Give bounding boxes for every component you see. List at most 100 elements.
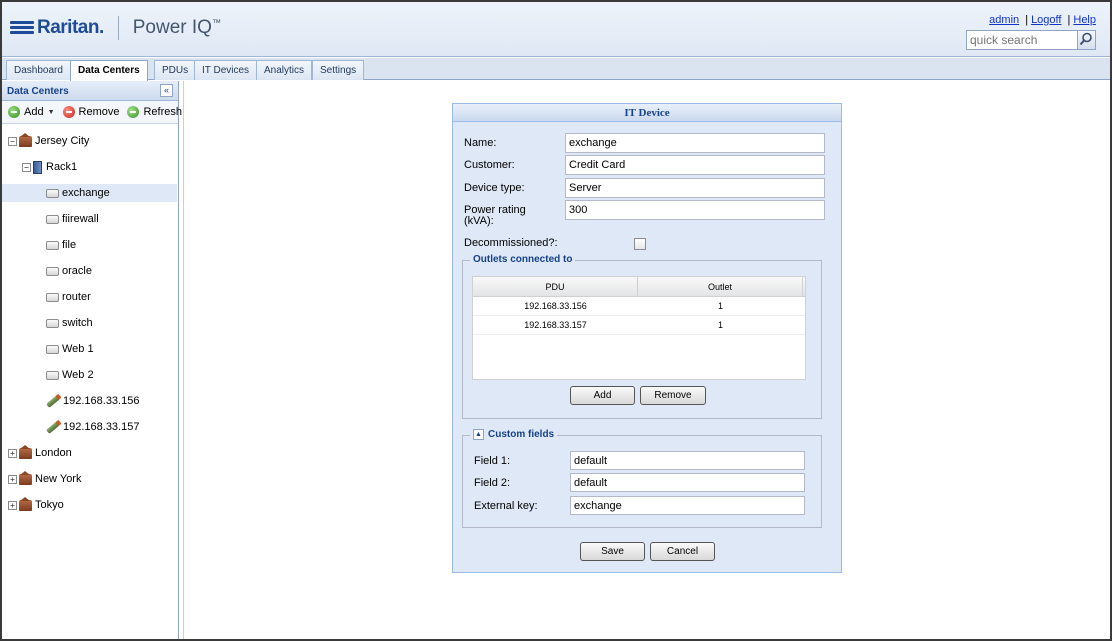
it-device-form: IT Device Name: exchange Customer: Credi… [452,103,842,573]
name-field[interactable]: exchange [565,133,825,153]
power-rating-field[interactable]: 300 [565,200,825,220]
field1-input[interactable]: default [570,451,805,470]
datacenter-icon [19,444,32,459]
it-device-icon [46,240,59,250]
save-button[interactable]: Save [580,542,645,561]
app-header: Raritan. Power IQ™ admin | Logoff | Help [2,2,1110,57]
brand-name: Raritan. [37,17,104,38]
data-centers-panel: Data Centers « Add ▼ Remove Refresh − Je [2,81,182,639]
tab-analytics[interactable]: Analytics [256,60,313,80]
pdu-icon [46,394,60,408]
dropdown-arrow-icon: ▼ [47,108,55,116]
app-window: Raritan. Power IQ™ admin |Logoff |Help D… [0,0,1112,641]
it-device-icon [46,214,59,224]
outlets-legend: Outlets connected to [470,254,576,265]
raritan-logo: Raritan. Power IQ™ [10,16,221,40]
tree-node-jersey-city[interactable]: − Jersey City [2,132,177,150]
decommissioned-label: Decommissioned?: [464,237,558,249]
it-device-icon [46,318,59,328]
add-button[interactable]: Add ▼ [8,106,55,118]
column-header-outlet[interactable]: Outlet [638,277,803,296]
search-button[interactable] [1077,31,1095,49]
it-device-icon [46,344,59,354]
field2-label: Field 2: [474,477,511,489]
tree-node-switch[interactable]: switch [2,314,177,332]
datacenter-icon [19,132,32,147]
collapse-node-icon[interactable]: − [8,136,17,146]
it-device-icon [46,188,59,198]
remove-button[interactable]: Remove [62,106,119,118]
datacenter-icon [19,470,32,485]
logo-divider [117,16,119,40]
tree-node-tokyo[interactable]: + Tokyo [2,496,177,514]
tab-data-centers[interactable]: Data Centers [70,60,148,81]
customer-label: Customer: [464,159,515,171]
tree-node-exchange[interactable]: exchange [2,184,177,202]
external-key-input[interactable]: exchange [570,496,805,515]
collapse-node-icon[interactable]: − [22,162,31,172]
table-row[interactable]: 192.168.33.157 1 [473,316,805,335]
it-device-icon [46,266,59,276]
quick-search [966,30,1096,50]
tab-dashboard[interactable]: Dashboard [6,60,71,80]
custom-fields-fieldset: ▲ Custom fields Field 1: default Field 2… [462,429,822,528]
remove-outlet-button[interactable]: Remove [640,386,706,405]
refresh-icon [127,106,140,118]
tree-node-web-2[interactable]: Web 2 [2,366,177,384]
pdu-cell: 192.168.33.157 [524,320,587,330]
table-row[interactable]: 192.168.33.156 1 [473,297,805,316]
pdu-icon [46,420,60,434]
expand-node-icon[interactable]: + [8,474,17,484]
it-device-icon [46,370,59,380]
power-rating-unit-label: (kVA): [464,215,494,227]
grid-header: PDU Outlet [473,277,805,297]
search-icon [1079,32,1092,46]
admin-link[interactable]: admin [989,14,1019,26]
form-title: IT Device [453,104,841,122]
outlet-cell: 1 [717,301,723,311]
remove-icon [62,106,75,118]
add-outlet-button[interactable]: Add [570,386,635,405]
outlets-fieldset: Outlets connected to PDU Outlet 192.168.… [462,254,822,419]
external-key-label: External key: [474,500,538,512]
tree-node-router[interactable]: router [2,288,177,306]
product-name: Power IQ™ [132,17,221,38]
tree-node-new-york[interactable]: + New York [2,470,177,488]
collapse-panel-button[interactable]: « [160,84,173,97]
cancel-button[interactable]: Cancel [650,542,715,561]
add-icon [8,106,20,118]
rack-icon [33,160,42,174]
tree-node-rack1[interactable]: − Rack1 [2,158,177,176]
help-link[interactable]: Help [1073,14,1096,26]
tree-node-pdu-156[interactable]: 192.168.33.156 [2,392,177,410]
main-tabs: Dashboard Data Centers PDUs IT Devices A… [2,58,1110,81]
expand-node-icon[interactable]: + [8,448,17,458]
outlet-cell: 1 [717,320,723,330]
column-header-pdu[interactable]: PDU [473,277,638,296]
raritan-logo-icon [10,19,34,37]
refresh-button[interactable]: Refresh [127,106,182,118]
decommissioned-checkbox[interactable] [634,238,646,250]
field2-input[interactable]: default [570,473,805,492]
collapse-custom-fields-icon[interactable]: ▲ [473,429,484,440]
tree-node-file[interactable]: file [2,236,177,254]
tree-node-oracle[interactable]: oracle [2,262,177,280]
logoff-link[interactable]: Logoff [1031,14,1061,26]
tab-settings[interactable]: Settings [312,60,365,80]
device-type-field[interactable]: Server [565,178,825,198]
pdu-cell: 192.168.33.156 [524,301,587,311]
name-label: Name: [464,137,497,149]
panel-header: Data Centers « [2,81,178,101]
expand-node-icon[interactable]: + [8,500,17,510]
tab-pdus[interactable]: PDUs [154,60,197,80]
tree-node-london[interactable]: + London [2,444,177,462]
customer-field[interactable]: Credit Card [565,155,825,175]
device-type-label: Device type: [464,182,525,194]
tree-node-fiirewall[interactable]: fiirewall [2,210,177,228]
tree-node-web-1[interactable]: Web 1 [2,340,177,358]
panel-title: Data Centers [7,86,69,97]
search-input[interactable] [967,31,1077,49]
custom-fields-legend: ▲ Custom fields [470,429,558,440]
tree-node-pdu-157[interactable]: 192.168.33.157 [2,418,177,436]
tab-it-devices[interactable]: IT Devices [194,60,258,80]
